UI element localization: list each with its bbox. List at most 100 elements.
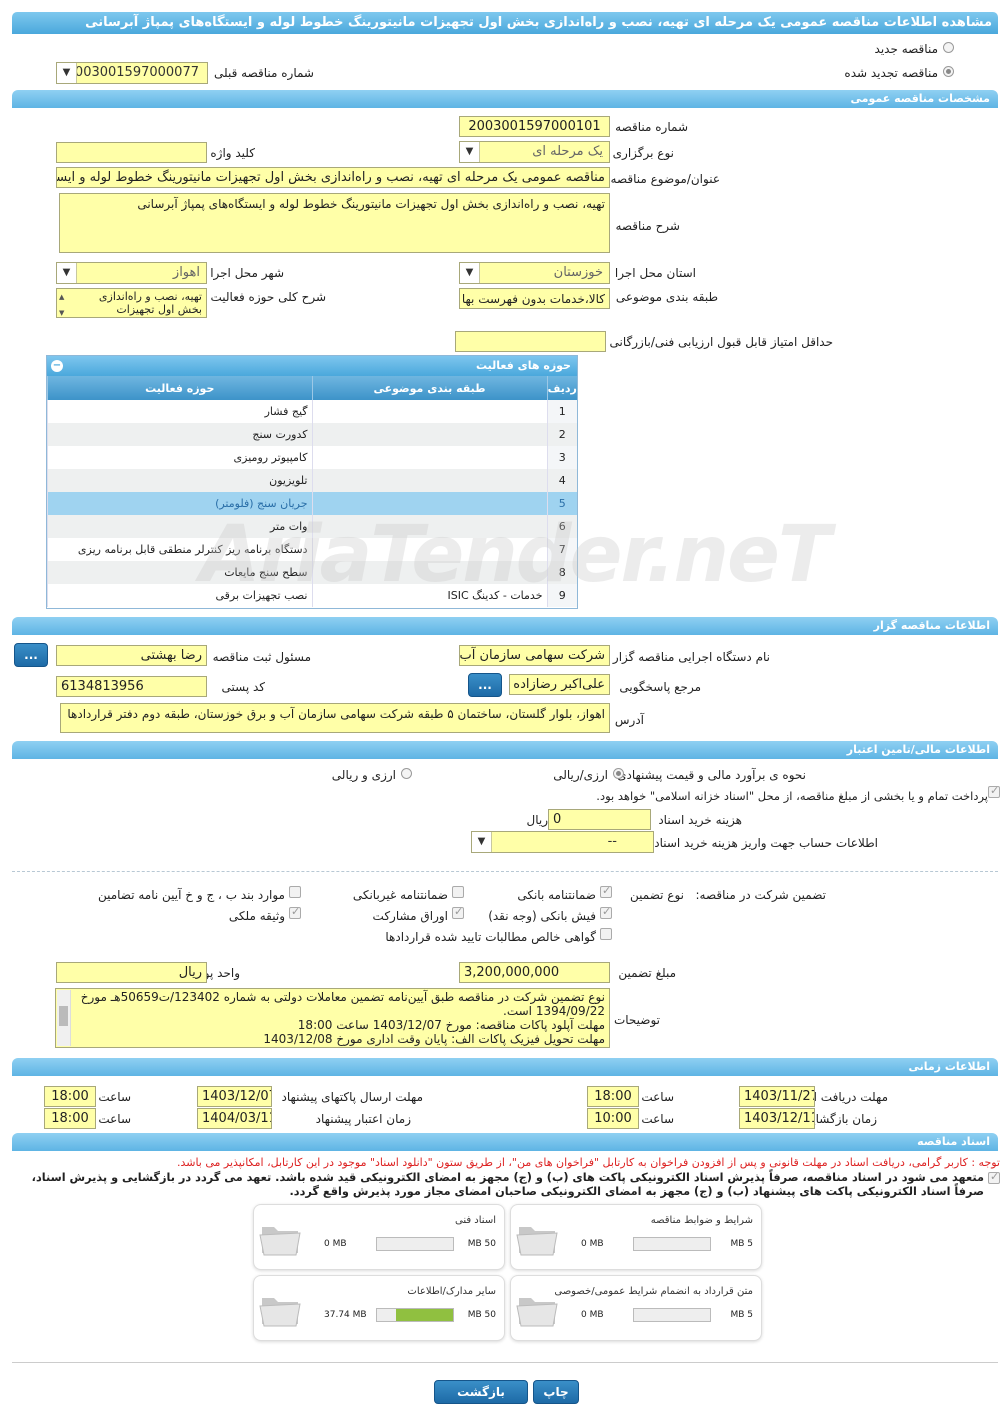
- validity-label: زمان اعتبار پیشنهاد: [315, 1112, 411, 1126]
- doc-max-size: 5 MB: [730, 1310, 753, 1320]
- row-activity: کدورت سنج: [47, 423, 312, 446]
- submit-date[interactable]: 1403/12/07: [197, 1086, 272, 1107]
- tender-number-field[interactable]: 2003001597000101: [459, 116, 610, 137]
- notes-scrollbar[interactable]: [57, 990, 71, 1046]
- scroll-up-icon[interactable]: ▲: [59, 291, 64, 304]
- city-select[interactable]: ▼ اهواز: [56, 262, 207, 284]
- section-finance: اطلاعات مالی/تامین اعتبار: [12, 741, 998, 759]
- row-category: [311, 469, 547, 492]
- doc-name: شرایط و ضوابط مناقصه: [650, 1215, 753, 1226]
- currency-field[interactable]: ریال: [56, 962, 207, 983]
- address-label: آدرس: [614, 713, 644, 727]
- doc-card[interactable]: اسناد فنی 50 MB 0 MB: [253, 1204, 505, 1270]
- city-label: شهر محل اجرا: [210, 266, 284, 280]
- address-field[interactable]: اهواز، بلوار گلستان، ساختمان ۵ طبقه شرکت…: [60, 703, 610, 733]
- section-docs: اسناد مناقصه: [12, 1133, 998, 1151]
- chevron-down-icon: ▼: [472, 832, 492, 852]
- table-row[interactable]: 1 گیج فشار: [47, 400, 577, 423]
- type-select[interactable]: ▼ یک مرحله ای: [459, 141, 610, 163]
- validity-time[interactable]: 18:00: [44, 1108, 96, 1129]
- new-tender-radio[interactable]: [943, 42, 954, 53]
- property-checkbox[interactable]: [289, 905, 301, 919]
- row-category: [311, 400, 547, 423]
- row-activity: کامپیوتر رومیزی: [47, 446, 312, 469]
- category-label: طبقه بندی موضوعی: [615, 290, 718, 304]
- doc-card[interactable]: سایر مدارک/اطلاعات 50 MB 37.74 MB: [253, 1275, 505, 1341]
- col-row: ردیف: [546, 376, 577, 400]
- collapse-icon[interactable]: −: [51, 360, 63, 372]
- amount-field[interactable]: 3,200,000,000: [459, 962, 610, 983]
- table-row[interactable]: 4 تلویزیون: [47, 469, 577, 492]
- province-select[interactable]: ▼ خوزستان: [459, 262, 610, 284]
- table-row[interactable]: 2 کدورت سنج: [47, 423, 577, 446]
- prev-number-select[interactable]: ▼ 2003001597000077: [56, 62, 208, 84]
- ref-lookup-button[interactable]: ...: [468, 673, 502, 697]
- guarantee-label: تضمین شرکت در مناقصه:: [695, 888, 826, 902]
- bank-guarantee-checkbox[interactable]: [600, 884, 612, 898]
- doc-name: اسناد فنی: [455, 1215, 496, 1226]
- treasury-checkbox[interactable]: [988, 784, 1000, 798]
- validity-date[interactable]: 1404/03/11: [197, 1108, 272, 1129]
- guarantee-type-label: نوع تضمین: [630, 888, 684, 902]
- scroll-thumb[interactable]: [59, 1006, 68, 1026]
- back-button[interactable]: بازگشت: [434, 1380, 528, 1404]
- account-select[interactable]: ▼ --: [471, 831, 654, 853]
- province-label: استان محل اجرا: [614, 266, 696, 280]
- submit-time[interactable]: 18:00: [44, 1086, 96, 1107]
- postal-field[interactable]: 6134813956: [56, 676, 207, 697]
- registrar-lookup-button[interactable]: ...: [14, 643, 48, 667]
- org-field[interactable]: شرکت سهامی سازمان آب و برق خوزستان: [459, 645, 610, 666]
- doc-receive-time[interactable]: 18:00: [587, 1086, 639, 1107]
- table-row[interactable]: 3 کامپیوتر رومیزی: [47, 446, 577, 469]
- row-number: 4: [546, 469, 577, 492]
- doc-fee-unit: ریال: [526, 813, 548, 827]
- registrar-field[interactable]: رضا بهشتی: [56, 645, 207, 666]
- ref-label: مرجع پاسخگویی: [619, 680, 701, 694]
- estimate-opt1-label: ارزی/ریالی: [553, 768, 608, 782]
- ref-field[interactable]: علی‌اکبر رضازاده: [509, 674, 610, 695]
- min-score-label: حداقل امتیاز قابل قبول ارزیابی فنی/بازرگ…: [609, 335, 833, 349]
- doc-card[interactable]: شرایط و ضوابط مناقصه 5 MB 0 MB: [510, 1204, 762, 1270]
- category-field[interactable]: کالا،خدمات بدون فهرست بها: [459, 288, 610, 309]
- keyword-label: کلید واژه: [210, 146, 255, 160]
- nonbank-guarantee-checkbox[interactable]: [452, 886, 464, 898]
- estimate-opt2-radio[interactable]: [401, 768, 412, 779]
- bank-guarantee-label: ضمانتنامه بانکی: [517, 888, 596, 902]
- section-general: مشخصات مناقصه عمومی: [12, 90, 998, 108]
- activities-header: حوزه های فعالیت −: [47, 356, 577, 376]
- rules-label: موارد بند ب ، ج و خ آیین نامه تضامین: [97, 888, 285, 902]
- claims-checkbox[interactable]: [600, 928, 612, 940]
- doc-fee-field[interactable]: 0: [548, 809, 651, 830]
- scroll-down-icon[interactable]: ▼: [59, 307, 64, 317]
- row-category: [311, 446, 547, 469]
- docs-note-bold: متعهد می شود در اسناد مناقصه، صرفاً پذیر…: [0, 1170, 1000, 1199]
- open-date[interactable]: 1403/12/11: [739, 1108, 815, 1129]
- open-time[interactable]: 10:00: [587, 1108, 639, 1129]
- notes-line: نوع تضمین شرکت در مناقصه طبق آیین‌نامه ت…: [80, 990, 605, 1018]
- doc-progress-bar: [376, 1237, 454, 1251]
- renewed-tender-radio[interactable]: [943, 66, 954, 77]
- chevron-down-icon: ▼: [57, 263, 77, 283]
- notes-line: مهلت آپلود پاکات مناقصه: مورخ 1403/12/07…: [297, 1018, 605, 1032]
- doc-progress-bar: [376, 1308, 454, 1322]
- min-score-field[interactable]: [455, 331, 606, 352]
- rules-checkbox[interactable]: [289, 886, 301, 898]
- keyword-field[interactable]: [56, 142, 207, 163]
- renewed-tender-label: مناقصه تجدید شده: [844, 66, 938, 80]
- notes-field[interactable]: نوع تضمین شرکت در مناقصه طبق آیین‌نامه ت…: [55, 988, 610, 1048]
- estimate-opt1-radio[interactable]: [613, 768, 624, 779]
- doc-max-size: 50 MB: [467, 1239, 496, 1249]
- notes-label: توضیحات: [613, 1013, 660, 1027]
- doc-receive-date[interactable]: 1403/11/27: [739, 1086, 815, 1107]
- number-label: شماره مناقصه: [615, 120, 688, 134]
- subject-field[interactable]: مناقصه عمومی یک مرحله ای تهیه، نصب و راه…: [56, 167, 610, 188]
- bonds-checkbox[interactable]: [452, 905, 464, 919]
- desc-field[interactable]: تهیه، نصب و راه‌اندازی بخش اول تجهیزات م…: [59, 193, 610, 253]
- print-button[interactable]: چاپ: [533, 1380, 579, 1404]
- cash-checkbox[interactable]: [600, 905, 612, 919]
- doc-card[interactable]: متن قرارداد به انضمام شرایط عمومی/خصوصی 5…: [510, 1275, 762, 1341]
- row-number: 1: [546, 400, 577, 423]
- commit-checkbox[interactable]: [988, 1170, 1000, 1184]
- registrar-label: مسئول ثبت مناقصه: [212, 650, 311, 664]
- scope-field[interactable]: تهیه، نصب و راه‌اندازی بخش اول تجهیزات ▲ ▼: [56, 288, 207, 318]
